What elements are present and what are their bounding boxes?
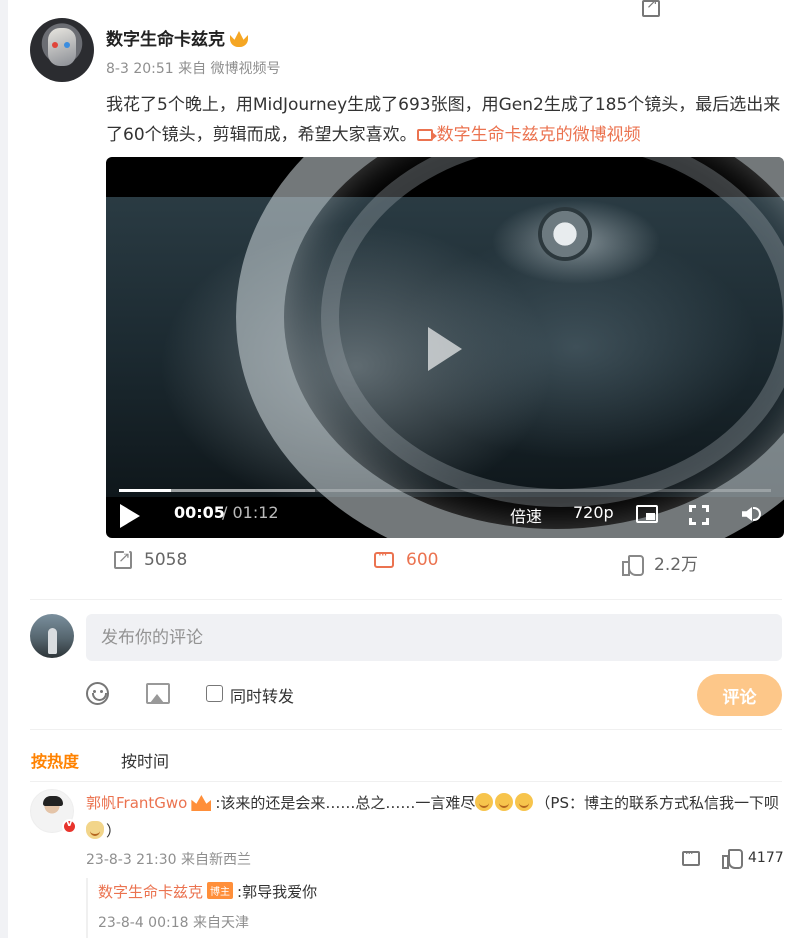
time-separator: / xyxy=(222,503,233,522)
smile-emoji-icon xyxy=(515,793,534,811)
comment-text: :该来的还是会来……总之……一言难尽 xyxy=(215,794,476,812)
smile-emoji-icon xyxy=(495,793,514,811)
comment-action[interactable]: 600 xyxy=(374,548,439,570)
like-action[interactable]: 2.2万 xyxy=(622,550,699,576)
comment-like-icon[interactable] xyxy=(722,849,743,869)
play-button[interactable] xyxy=(120,504,140,528)
submit-comment-button[interactable]: 评论 xyxy=(697,674,782,716)
doge-emoji-icon xyxy=(86,821,104,839)
fan-crown-icon xyxy=(191,795,212,811)
comment-body: 郭帆FrantGwo :该来的还是会来……总之……一言难尽 （PS：博主的联系方式私… xyxy=(86,789,786,845)
station-hub xyxy=(538,207,592,261)
host-badge: 博主 xyxy=(207,882,234,899)
comment-like-count: 4177 xyxy=(748,850,784,866)
repost-label[interactable]: 同时转发 xyxy=(230,683,294,707)
comment-meta: 23-8-3 21:30 来自新西兰 xyxy=(86,852,251,868)
video-camera-icon xyxy=(416,129,437,141)
video-frame[interactable] xyxy=(106,157,784,538)
commenter-name[interactable]: 郭帆FrantGwo xyxy=(86,794,187,812)
verified-badge-icon xyxy=(62,818,77,834)
total-time-value: 01:12 xyxy=(232,503,279,522)
avatar-hair xyxy=(43,796,63,806)
avatar-eye-right xyxy=(64,42,70,48)
reply-author-name[interactable]: 数字生命卡兹克 xyxy=(98,883,203,901)
comment-closing-text: ） xyxy=(106,822,122,840)
comment-icon xyxy=(374,548,394,568)
weibo-post-card: 数字生命卡兹克 8-3 20:51 来自 微博视频号 我花了5个晚上，用MidJ… xyxy=(8,0,790,938)
comment-share-icon[interactable] xyxy=(642,0,660,17)
share-icon xyxy=(114,551,132,569)
video-source-label: 数字生命卡兹克的微博视频 xyxy=(436,125,641,145)
author-avatar[interactable] xyxy=(30,18,94,82)
divider xyxy=(30,781,782,782)
my-avatar[interactable] xyxy=(30,614,74,658)
sort-by-time-tab[interactable]: 按时间 xyxy=(121,748,169,772)
total-time: / 01:12 xyxy=(222,503,279,522)
divider xyxy=(30,729,782,730)
video-source-link[interactable]: 数字生命卡兹克的微博视频 xyxy=(416,125,641,145)
big-play-icon[interactable] xyxy=(428,327,462,371)
comment-reply-icon[interactable] xyxy=(682,847,700,866)
avatar-eye-left xyxy=(52,42,58,48)
image-icon[interactable] xyxy=(146,683,170,704)
reply-meta: 23-8-4 00:18 来自天津 xyxy=(98,915,249,931)
avatar-figure xyxy=(48,628,57,654)
thumbs-up-icon xyxy=(622,554,644,576)
video-player[interactable]: 00:05 / 01:12 倍速 720p xyxy=(106,157,784,538)
crown-icon xyxy=(230,31,248,47)
comment-count: 600 xyxy=(406,550,439,570)
post-meta: 8-3 20:51 来自 微博视频号 xyxy=(106,61,281,77)
comment-ps-text: （PS：博主的联系方式私信我一下呗 xyxy=(535,794,779,812)
author-name-row: 数字生命卡兹克 xyxy=(106,25,248,50)
picture-in-picture-icon[interactable] xyxy=(636,505,658,523)
like-count: 2.2万 xyxy=(654,555,699,575)
divider xyxy=(30,599,782,600)
reply-text: :郭导我爱你 xyxy=(237,883,318,901)
author-name[interactable]: 数字生命卡兹克 xyxy=(106,30,225,50)
repost-checkbox[interactable] xyxy=(206,685,223,702)
reply-body: 数字生命卡兹克 博主:郭导我爱你 xyxy=(98,881,317,902)
speed-button[interactable]: 倍速 xyxy=(510,503,542,527)
volume-wave-icon xyxy=(753,507,761,521)
progress-played xyxy=(119,489,172,492)
share-action[interactable]: 5058 xyxy=(114,550,187,570)
video-progress-bar[interactable] xyxy=(119,489,771,492)
emoji-icon[interactable] xyxy=(86,682,109,705)
comment-input[interactable] xyxy=(86,614,782,661)
sort-by-hot-tab[interactable]: 按热度 xyxy=(31,748,79,772)
current-time: 00:05 xyxy=(174,503,225,522)
quality-button[interactable]: 720p xyxy=(573,503,614,522)
smile-emoji-icon xyxy=(475,793,494,811)
share-count: 5058 xyxy=(144,550,188,570)
post-text: 我花了5个晚上，用MidJourney生成了693张图，用Gen2生成了185个… xyxy=(106,90,786,150)
